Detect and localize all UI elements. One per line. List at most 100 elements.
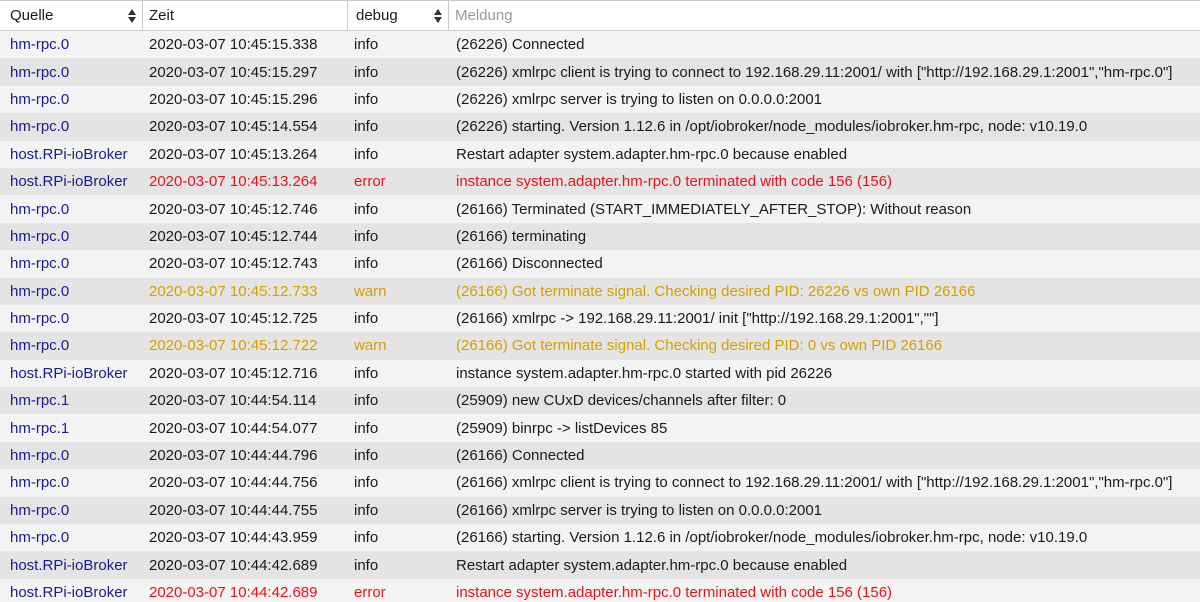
source-cell[interactable]: hm-rpc.0 — [0, 91, 143, 108]
message-cell: (26226) Connected — [456, 36, 585, 54]
level-cell: info — [354, 447, 379, 465]
source-cell[interactable]: hm-rpc.0 — [0, 64, 143, 81]
table-row[interactable]: host.RPi-ioBroker 2020-03-07 10:44:42.689… — [0, 578, 1200, 602]
source-cell[interactable]: host.RPi-ioBroker — [0, 584, 143, 601]
table-row[interactable]: hm-rpc.0 2020-03-07 10:44:43.959 info (2616… — [0, 524, 1200, 552]
time-cell: 2020-03-07 10:45:12.733 — [149, 282, 318, 300]
message-cell: Restart adapter system.adapter.hm-rpc.0 … — [456, 556, 848, 574]
message-cell: instance system.adapter.hm-rpc.0 termina… — [456, 584, 893, 601]
level-cell: info — [354, 200, 379, 218]
time-cell: 2020-03-07 10:44:43.959 — [149, 529, 318, 547]
time-cell: 2020-03-07 10:45:12.722 — [149, 337, 318, 355]
table-row[interactable]: hm-rpc.0 2020-03-07 10:45:15.297 info (2622… — [0, 58, 1200, 86]
table-row[interactable]: host.RPi-ioBroker 2020-03-07 10:45:12.716… — [0, 359, 1200, 388]
level-filter-select[interactable]: debug — [356, 7, 398, 24]
table-row[interactable]: hm-rpc.0 2020-03-07 10:44:44.755 info (2616… — [0, 496, 1200, 525]
sort-icon[interactable] — [434, 9, 442, 23]
table-row[interactable]: hm-rpc.0 2020-03-07 10:45:15.296 info (2622… — [0, 85, 1200, 114]
table-row[interactable]: host.RPi-ioBroker 2020-03-07 10:44:42.689… — [0, 551, 1200, 579]
level-cell: info — [354, 529, 379, 547]
table-row[interactable]: hm-rpc.0 2020-03-07 10:45:15.338 info (2622… — [0, 31, 1200, 59]
level-cell: info — [354, 36, 379, 54]
source-column-header[interactable]: Quelle — [0, 0, 143, 30]
log-rows: hm-rpc.0 2020-03-07 10:45:15.338 info (2622… — [0, 31, 1200, 602]
time-cell: 2020-03-07 10:44:44.796 — [149, 447, 318, 465]
table-row[interactable]: hm-rpc.0 2020-03-07 10:45:14.554 info (2622… — [0, 113, 1200, 141]
table-row[interactable]: hm-rpc.0 2020-03-07 10:45:12.746 info (2616… — [0, 195, 1200, 223]
sort-icon[interactable] — [128, 9, 136, 23]
message-cell: (26166) Got terminate signal. Checking d… — [456, 282, 976, 300]
source-cell[interactable]: hm-rpc.0 — [0, 283, 143, 300]
level-cell: info — [354, 145, 379, 163]
time-cell: 2020-03-07 10:44:42.689 — [149, 556, 318, 574]
time-cell: 2020-03-07 10:45:14.554 — [149, 118, 318, 136]
source-cell[interactable]: hm-rpc.0 — [0, 201, 143, 218]
level-cell: info — [354, 364, 379, 382]
message-cell: (26166) xmlrpc server is trying to liste… — [456, 501, 823, 519]
source-cell[interactable]: hm-rpc.0 — [0, 474, 143, 491]
table-row[interactable]: hm-rpc.0 2020-03-07 10:45:12.744 info (2616… — [0, 222, 1200, 251]
time-cell: 2020-03-07 10:45:15.296 — [149, 90, 318, 108]
source-cell[interactable]: host.RPi-ioBroker — [0, 365, 143, 382]
time-cell: 2020-03-07 10:45:12.725 — [149, 310, 318, 328]
level-cell: info — [354, 310, 379, 328]
source-cell[interactable]: hm-rpc.0 — [0, 36, 143, 53]
source-cell[interactable]: hm-rpc.0 — [0, 118, 143, 135]
time-cell: 2020-03-07 10:44:54.077 — [149, 419, 318, 437]
source-cell[interactable]: hm-rpc.0 — [0, 337, 143, 354]
level-cell: error — [354, 584, 386, 601]
table-row[interactable]: host.RPi-ioBroker 2020-03-07 10:45:13.264… — [0, 167, 1200, 196]
level-column-header[interactable]: debug — [348, 0, 448, 30]
source-cell[interactable]: hm-rpc.0 — [0, 502, 143, 519]
message-cell: instance system.adapter.hm-rpc.0 termina… — [456, 173, 893, 191]
level-cell: info — [354, 255, 379, 273]
message-cell: (25909) binrpc -> listDevices 85 — [456, 419, 668, 437]
source-cell[interactable]: hm-rpc.0 — [0, 255, 143, 272]
message-cell: (25909) new CUxD devices/channels after … — [456, 392, 787, 410]
level-cell: info — [354, 474, 379, 492]
message-cell: instance system.adapter.hm-rpc.0 started… — [456, 364, 833, 382]
table-row[interactable]: hm-rpc.0 2020-03-07 10:44:44.756 info (2616… — [0, 469, 1200, 497]
message-cell: (26226) starting. Version 1.12.6 in /opt… — [456, 118, 1088, 136]
level-cell: info — [354, 556, 379, 574]
table-row[interactable]: hm-rpc.1 2020-03-07 10:44:54.077 info (2590… — [0, 414, 1200, 442]
source-cell[interactable]: host.RPi-ioBroker — [0, 557, 143, 574]
table-row[interactable]: hm-rpc.0 2020-03-07 10:45:12.733 warn (2616… — [0, 277, 1200, 305]
level-cell: info — [354, 227, 379, 245]
message-cell: (26166) xmlrpc -> 192.168.29.11:2001/ in… — [456, 310, 939, 328]
log-table-header: Quelle Zeit debug — [0, 0, 1200, 31]
table-row[interactable]: hm-rpc.1 2020-03-07 10:44:54.114 info (2590… — [0, 387, 1200, 415]
source-cell[interactable]: hm-rpc.0 — [0, 447, 143, 464]
table-row[interactable]: hm-rpc.0 2020-03-07 10:45:12.722 warn (2616… — [0, 332, 1200, 360]
source-cell[interactable]: hm-rpc.0 — [0, 228, 143, 245]
log-table: Quelle Zeit debug hm-rpc.0 2020-03-07 10:… — [0, 0, 1200, 602]
time-cell: 2020-03-07 10:45:15.338 — [149, 36, 318, 54]
table-row[interactable]: hm-rpc.0 2020-03-07 10:45:12.743 info (2616… — [0, 250, 1200, 278]
source-cell[interactable]: hm-rpc.1 — [0, 420, 143, 437]
message-cell: (26166) Got terminate signal. Checking d… — [456, 337, 943, 355]
level-cell: warn — [354, 282, 387, 300]
level-cell: info — [354, 392, 379, 410]
time-cell: 2020-03-07 10:45:12.743 — [149, 255, 318, 273]
message-cell: (26166) starting. Version 1.12.6 in /opt… — [456, 529, 1088, 547]
source-cell[interactable]: hm-rpc.0 — [0, 310, 143, 327]
time-column-header[interactable]: Zeit — [143, 0, 348, 30]
table-row[interactable]: hm-rpc.0 2020-03-07 10:44:44.796 info (2616… — [0, 441, 1200, 470]
time-cell: 2020-03-07 10:45:12.746 — [149, 200, 318, 218]
message-cell: (26226) xmlrpc client is trying to conne… — [456, 63, 1173, 81]
level-cell: info — [354, 90, 379, 108]
source-cell[interactable]: host.RPi-ioBroker — [0, 173, 143, 190]
source-cell[interactable]: host.RPi-ioBroker — [0, 146, 143, 163]
message-column-header[interactable] — [448, 0, 1200, 30]
source-cell[interactable]: hm-rpc.1 — [0, 392, 143, 409]
message-cell: (26166) xmlrpc client is trying to conne… — [456, 474, 1173, 492]
table-row[interactable]: hm-rpc.0 2020-03-07 10:45:12.725 info (2616… — [0, 304, 1200, 333]
source-cell[interactable]: hm-rpc.0 — [0, 529, 143, 546]
time-cell: 2020-03-07 10:44:44.755 — [149, 501, 318, 519]
table-row[interactable]: host.RPi-ioBroker 2020-03-07 10:45:13.264… — [0, 140, 1200, 168]
level-cell: warn — [354, 337, 387, 355]
message-cell: (26166) Connected — [456, 447, 585, 465]
time-cell: 2020-03-07 10:44:54.114 — [149, 392, 317, 410]
level-cell: error — [354, 173, 386, 191]
message-filter-input[interactable] — [455, 7, 1155, 24]
